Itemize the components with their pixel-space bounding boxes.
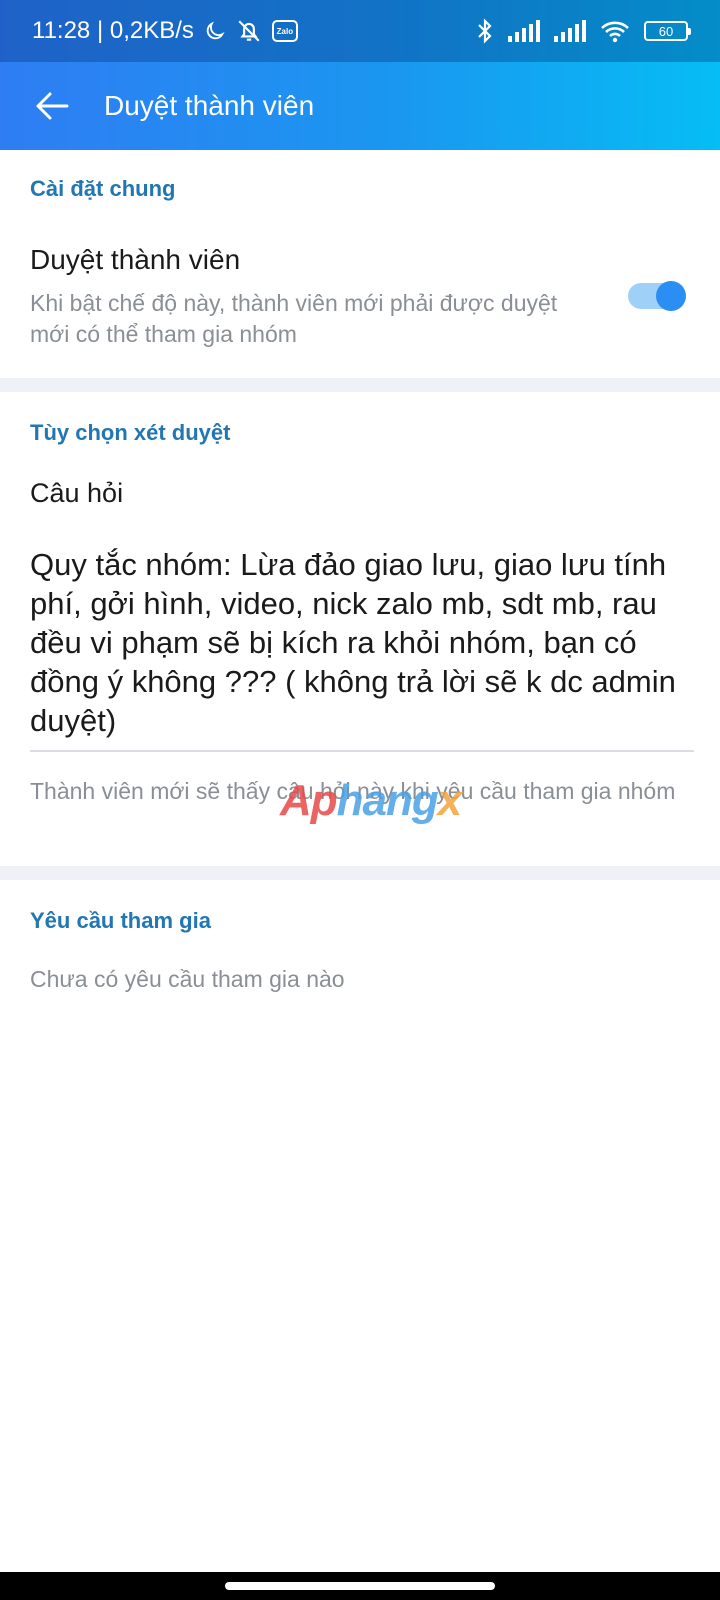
section-header-join-requests: Yêu cầu tham gia (30, 908, 211, 933)
status-time-speed: 11:28 | 0,2KB/s (32, 17, 194, 44)
watermark-part-c: x (437, 776, 463, 825)
watermark-part-a: Ap (280, 776, 338, 825)
home-indicator[interactable] (225, 1582, 495, 1590)
member-approval-toggle[interactable] (628, 281, 686, 311)
section-header-general: Cài đặt chung (30, 176, 176, 201)
bluetooth-icon (478, 18, 492, 44)
battery-icon: 60 (644, 21, 691, 41)
member-approval-description: Khi bật chế độ này, thành viên mới phải … (30, 290, 558, 347)
watermark-part-b: hang (336, 776, 439, 825)
status-bar: 11:28 | 0,2KB/s Zalo 60 (0, 0, 720, 62)
question-input-underline (30, 750, 694, 752)
wifi-icon (601, 21, 629, 43)
status-right: 60 (476, 18, 691, 44)
arrow-left-icon (36, 92, 69, 120)
toggle-knob (656, 281, 686, 311)
member-approval-title: Duyệt thành viên (30, 244, 241, 275)
question-input[interactable]: Quy tắc nhóm: Lừa đảo giao lưu, giao lưu… (30, 545, 698, 740)
section-divider (0, 378, 720, 392)
question-label: Câu hỏi (30, 478, 124, 508)
zalo-icon: Zalo (271, 20, 298, 42)
app-bar: Duyệt thành viên (0, 62, 720, 150)
status-left: 11:28 | 0,2KB/s Zalo (32, 17, 298, 45)
section-header-review-options: Tùy chọn xét duyệt (30, 420, 231, 445)
navigation-bar (0, 1572, 720, 1600)
join-requests-empty-text: Chưa có yêu cầu tham gia nào (30, 966, 345, 992)
section-divider (0, 866, 720, 880)
watermark-logo: Aphangx (280, 776, 463, 826)
page-title: Duyệt thành viên (104, 90, 315, 121)
bell-off-icon (238, 20, 260, 42)
moon-icon (206, 21, 225, 40)
signal-icon (554, 20, 586, 42)
back-button[interactable] (0, 62, 104, 150)
signal-icon (508, 20, 540, 42)
